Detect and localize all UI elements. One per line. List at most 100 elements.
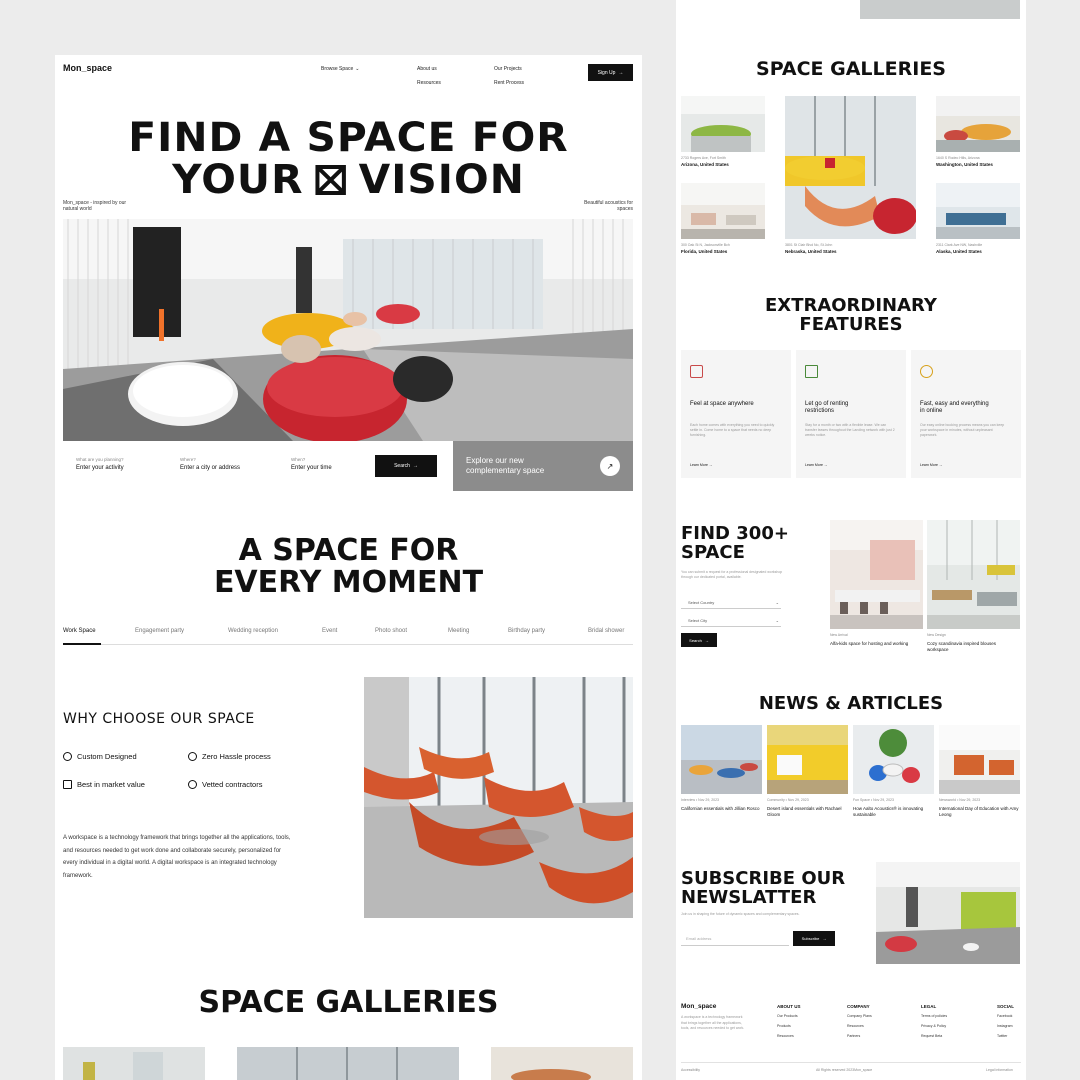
location-input[interactable]: Enter a city or address xyxy=(180,465,240,471)
signup-button[interactable]: Sign Up → xyxy=(588,64,633,81)
find-item-tag: New Arrival xyxy=(830,633,848,637)
gallery-location[interactable]: Alaska, United States xyxy=(936,249,982,254)
nav-about[interactable]: About us xyxy=(417,66,437,72)
news-item-title[interactable]: How Aalto Acoustics® is innovating susta… xyxy=(853,806,933,817)
city-select[interactable]: Select City ⌄ xyxy=(681,614,781,627)
landing-page-left: Mon_space Browse Space ⌄ About us Resour… xyxy=(55,55,642,1080)
footer-link[interactable]: Partners xyxy=(847,1031,872,1041)
footer-divider xyxy=(681,1062,1021,1063)
activity-field[interactable]: What are you planning? Enter your activi… xyxy=(76,457,124,471)
tab-wedding-reception[interactable]: Wedding reception xyxy=(228,628,278,634)
gallery-location[interactable]: Nebraska, United States xyxy=(785,249,837,254)
gallery-image-alaska xyxy=(936,183,1020,239)
learn-more-link[interactable]: Learn More → xyxy=(805,463,827,467)
city-select-value: Select City xyxy=(688,617,708,623)
location-field[interactable]: Where? Enter a city or address xyxy=(180,457,240,471)
chevron-down-icon: ⌄ xyxy=(775,599,779,605)
activity-input[interactable]: Enter your activity xyxy=(76,465,124,471)
find-image-scandinavia xyxy=(927,520,1020,629)
subscribe-button[interactable]: Subscribe → xyxy=(793,931,835,946)
news-title: NEWS & ARTICLES xyxy=(758,693,944,714)
find-search-button[interactable]: Search → xyxy=(681,633,717,647)
news-image-4 xyxy=(939,725,1020,794)
feature-card-title: Feel at space anywhere xyxy=(690,401,754,407)
tab-engagement-party[interactable]: Engagement party xyxy=(135,628,184,634)
gallery-thumb-3 xyxy=(491,1047,633,1080)
feature-label: Vetted contractors xyxy=(202,780,263,789)
time-field[interactable]: When? Enter your time xyxy=(291,457,332,471)
newsletter-image xyxy=(876,862,1020,964)
hero-image xyxy=(63,219,633,441)
tab-work-space[interactable]: Work Space xyxy=(63,628,96,634)
chevron-down-icon: ⌄ xyxy=(355,66,360,72)
learn-more-link[interactable]: Learn More → xyxy=(690,463,712,467)
country-select[interactable]: Select Country ⌄ xyxy=(681,596,781,609)
footer-legal-info[interactable]: Legal information xyxy=(986,1068,1013,1072)
footer-link[interactable]: Twitter xyxy=(997,1031,1014,1041)
feature-card-restrictions: Let go of renting restrictions Stay for … xyxy=(796,350,906,478)
footer-logo[interactable]: Mon_space xyxy=(681,1003,716,1010)
footer-link[interactable]: Privacy & Policy xyxy=(921,1021,947,1031)
gallery-location[interactable]: Washington, United States xyxy=(936,162,993,167)
subscribe-label: Subscribe xyxy=(801,936,820,941)
feature-card-body: Each home comes with everything you need… xyxy=(690,423,775,437)
explore-banner[interactable]: Explore our new complementary space ↗ xyxy=(453,441,633,491)
tab-birthday-party[interactable]: Birthday party xyxy=(508,628,545,634)
chevron-down-icon: ⌄ xyxy=(775,617,779,623)
time-input[interactable]: Enter your time xyxy=(291,465,332,471)
footer-link[interactable]: Instagram xyxy=(997,1021,1014,1031)
tab-photo-shoot[interactable]: Photo shoot xyxy=(375,628,407,634)
hero-left-note: Mon_space - inspired by our natural worl… xyxy=(63,200,127,212)
browse-space-menu[interactable]: Browse Space ⌄ xyxy=(321,66,359,72)
hero-word-your: YOUR xyxy=(172,157,304,203)
news-image-2 xyxy=(767,725,848,794)
top-cropped-image xyxy=(860,0,1020,19)
footer-link[interactable]: Company Plans xyxy=(847,1011,872,1021)
feature-card-body: Stay for a month or two with a flexible … xyxy=(805,423,895,437)
nav-projects[interactable]: Our Projects xyxy=(494,66,522,72)
gallery-image-washington xyxy=(936,96,1020,152)
tab-event[interactable]: Event xyxy=(322,628,337,634)
moment-title-line1: A SPACE FOR xyxy=(238,533,459,568)
news-item-title[interactable]: International Day of Education with Amy … xyxy=(939,806,1019,817)
find-title-line2: SPACE xyxy=(681,542,745,563)
footer-link[interactable]: Request Beta xyxy=(921,1031,947,1041)
hero-right-note: Beautiful acoustics for spaces xyxy=(584,200,633,212)
news-meta: Newsworld • Nov 29, 2023 xyxy=(939,798,981,802)
tab-bridal-shower[interactable]: Bridal shower xyxy=(588,628,624,634)
footer-link[interactable]: Resources xyxy=(847,1021,872,1031)
find-item-title[interactable]: Alfa-kids space for hosting and working xyxy=(830,641,915,647)
footer-link[interactable]: Products xyxy=(777,1021,801,1031)
news-meta: Community • Nov 29, 2023 xyxy=(767,798,809,802)
active-tab-indicator xyxy=(63,643,101,645)
tab-meeting[interactable]: Meeting xyxy=(448,628,469,634)
email-input[interactable]: Email address xyxy=(681,932,789,946)
search-button[interactable]: Search → xyxy=(375,455,437,477)
gallery-location[interactable]: Arizona, United States xyxy=(681,162,729,167)
newsletter-title-line1: SUBSCRIBE OUR xyxy=(681,868,846,889)
logo[interactable]: Mon_space xyxy=(63,63,112,73)
nav-resources[interactable]: Resources xyxy=(417,80,441,86)
footer-copyright: All Rights reserved 2023Mon_space xyxy=(816,1068,873,1072)
footer-link[interactable]: Our Products xyxy=(777,1011,801,1021)
explore-text: Explore our new complementary space xyxy=(466,456,545,475)
footer-accessibility[interactable]: Accessibility xyxy=(681,1068,700,1072)
learn-more-link[interactable]: Learn More → xyxy=(920,463,942,467)
arrow-up-right-icon[interactable]: ↗ xyxy=(600,456,620,476)
footer-link[interactable]: Facebook xyxy=(997,1011,1014,1021)
footer-link[interactable]: Terms of policies xyxy=(921,1011,947,1021)
arrow-right-icon: → xyxy=(704,637,709,643)
gallery-address: 3801 St Clair Blvd No, St John xyxy=(785,243,833,247)
gallery-location[interactable]: Florida, United States xyxy=(681,249,727,254)
find-image-kids-space xyxy=(830,520,923,629)
feature-card-title: Fast, easy and everything in online xyxy=(920,401,989,414)
nav-rent-process[interactable]: Rent Process xyxy=(494,80,524,86)
learn-more-label: Learn More xyxy=(920,463,938,467)
news-item-title[interactable]: Desert island essentials with Rachael Gl… xyxy=(767,806,847,817)
galleries-title-left: SPACE GALLERIES xyxy=(198,985,499,1020)
find-item-title[interactable]: Cozy scandinavia inspired blouses worksp… xyxy=(927,641,1012,652)
footer-link[interactable]: Resources xyxy=(777,1031,801,1041)
learn-more-label: Learn More xyxy=(805,463,823,467)
news-item-title[interactable]: Californian essentials with Jillian Rosc… xyxy=(681,806,761,812)
moment-title-line2: EVERY MOMENT xyxy=(213,565,484,600)
